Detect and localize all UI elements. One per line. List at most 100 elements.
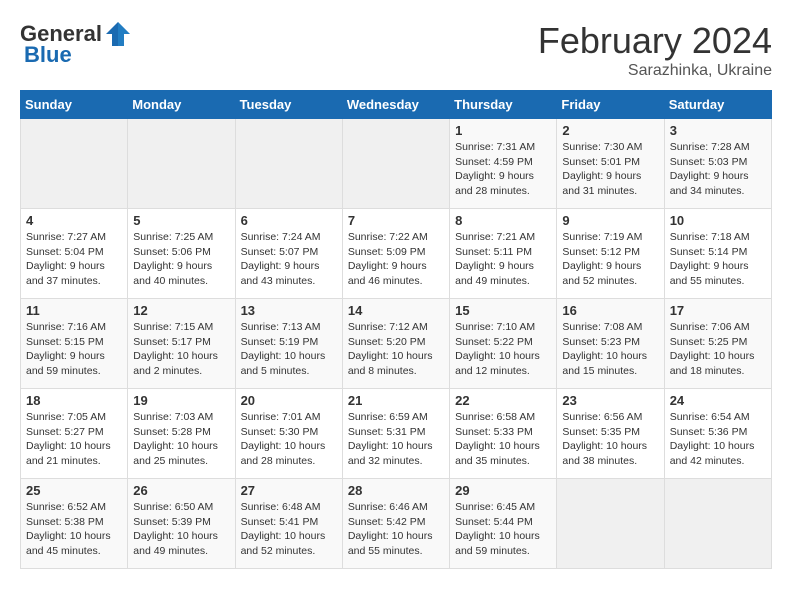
calendar-cell: 13 Sunrise: 7:13 AM Sunset: 5:19 PM Dayli… <box>235 299 342 389</box>
calendar-cell: 3Sunrise: 7:28 AM Sunset: 5:03 PM Daylig… <box>664 119 771 209</box>
col-header-friday: Friday <box>557 91 664 119</box>
day-number: 2 <box>562 123 658 138</box>
day-info: Sunrise: 7:18 AM Sunset: 5:14 PM Dayligh… <box>670 230 766 289</box>
day-info: Sunrise: 6:50 AM Sunset: 5:39 PM Dayligh… <box>133 500 229 559</box>
col-header-tuesday: Tuesday <box>235 91 342 119</box>
calendar-cell: 5 Sunrise: 7:25 AM Sunset: 5:06 PM Daylig… <box>128 209 235 299</box>
calendar-cell: 26 Sunrise: 6:50 AM Sunset: 5:39 PM Dayli… <box>128 479 235 569</box>
day-info: Sunrise: 7:12 AM Sunset: 5:20 PM Dayligh… <box>348 320 444 379</box>
day-number: 5 <box>133 213 229 228</box>
day-info: Sunrise: 7:01 AM Sunset: 5:30 PM Dayligh… <box>241 410 337 469</box>
day-number: 18 <box>26 393 122 408</box>
day-number: 10 <box>670 213 766 228</box>
day-info: Sunrise: 7:10 AM Sunset: 5:22 PM Dayligh… <box>455 320 551 379</box>
calendar-cell: 22 Sunrise: 6:58 AM Sunset: 5:33 PM Dayli… <box>450 389 557 479</box>
day-info: Sunrise: 6:58 AM Sunset: 5:33 PM Dayligh… <box>455 410 551 469</box>
day-info: Sunrise: 6:46 AM Sunset: 5:42 PM Dayligh… <box>348 500 444 559</box>
day-number: 13 <box>241 303 337 318</box>
calendar-cell: 16 Sunrise: 7:08 AM Sunset: 5:23 PM Dayli… <box>557 299 664 389</box>
day-info: Sunrise: 7:27 AM Sunset: 5:04 PM Dayligh… <box>26 230 122 289</box>
day-info: Sunrise: 7:05 AM Sunset: 5:27 PM Dayligh… <box>26 410 122 469</box>
calendar-cell: 10 Sunrise: 7:18 AM Sunset: 5:14 PM Dayli… <box>664 209 771 299</box>
day-number: 1 <box>455 123 551 138</box>
day-number: 23 <box>562 393 658 408</box>
day-info: Sunrise: 7:08 AM Sunset: 5:23 PM Dayligh… <box>562 320 658 379</box>
logo: General Blue <box>20 20 134 68</box>
calendar-week-row: 1 Sunrise: 7:31 AM Sunset: 4:59 PM Daylig… <box>21 119 772 209</box>
day-info: Sunrise: 7:13 AM Sunset: 5:19 PM Dayligh… <box>241 320 337 379</box>
title-area: February 2024 Sarazhinka, Ukraine <box>538 20 772 80</box>
calendar-header-row: SundayMondayTuesdayWednesdayThursdayFrid… <box>21 91 772 119</box>
calendar-week-row: 18 Sunrise: 7:05 AM Sunset: 5:27 PM Dayli… <box>21 389 772 479</box>
calendar-cell: 9 Sunrise: 7:19 AM Sunset: 5:12 PM Daylig… <box>557 209 664 299</box>
day-number: 22 <box>455 393 551 408</box>
calendar-cell: 14 Sunrise: 7:12 AM Sunset: 5:20 PM Dayli… <box>342 299 449 389</box>
day-info: Sunrise: 7:15 AM Sunset: 5:17 PM Dayligh… <box>133 320 229 379</box>
day-number: 9 <box>562 213 658 228</box>
calendar-cell: 11 Sunrise: 7:16 AM Sunset: 5:15 PM Dayli… <box>21 299 128 389</box>
day-number: 29 <box>455 483 551 498</box>
day-info: Sunrise: 6:59 AM Sunset: 5:31 PM Dayligh… <box>348 410 444 469</box>
day-info: Sunrise: 7:16 AM Sunset: 5:15 PM Dayligh… <box>26 320 122 379</box>
calendar-cell: 24 Sunrise: 6:54 AM Sunset: 5:36 PM Dayli… <box>664 389 771 479</box>
day-info: Sunrise: 7:25 AM Sunset: 5:06 PM Dayligh… <box>133 230 229 289</box>
day-info: Sunrise: 6:54 AM Sunset: 5:36 PM Dayligh… <box>670 410 766 469</box>
day-number: 17 <box>670 303 766 318</box>
calendar-cell <box>235 119 342 209</box>
calendar-cell: 27 Sunrise: 6:48 AM Sunset: 5:41 PM Dayli… <box>235 479 342 569</box>
day-number: 19 <box>133 393 229 408</box>
calendar-cell: 12 Sunrise: 7:15 AM Sunset: 5:17 PM Dayli… <box>128 299 235 389</box>
day-number: 11 <box>26 303 122 318</box>
calendar-cell: 28 Sunrise: 6:46 AM Sunset: 5:42 PM Dayli… <box>342 479 449 569</box>
day-info: Sunrise: 7:06 AM Sunset: 5:25 PM Dayligh… <box>670 320 766 379</box>
day-info: Sunrise: 7:24 AM Sunset: 5:07 PM Dayligh… <box>241 230 337 289</box>
calendar-cell <box>664 479 771 569</box>
calendar-cell: 23Sunrise: 6:56 AM Sunset: 5:35 PM Dayli… <box>557 389 664 479</box>
calendar-cell: 4 Sunrise: 7:27 AM Sunset: 5:04 PM Daylig… <box>21 209 128 299</box>
day-number: 25 <box>26 483 122 498</box>
logo-blue: Blue <box>24 42 72 68</box>
calendar-cell: 25 Sunrise: 6:52 AM Sunset: 5:38 PM Dayli… <box>21 479 128 569</box>
calendar-cell: 6 Sunrise: 7:24 AM Sunset: 5:07 PM Daylig… <box>235 209 342 299</box>
day-number: 7 <box>348 213 444 228</box>
logo-icon <box>104 20 132 48</box>
calendar: SundayMondayTuesdayWednesdayThursdayFrid… <box>20 90 772 569</box>
month-year: February 2024 <box>538 20 772 62</box>
day-number: 24 <box>670 393 766 408</box>
day-number: 14 <box>348 303 444 318</box>
day-info: Sunrise: 6:48 AM Sunset: 5:41 PM Dayligh… <box>241 500 337 559</box>
calendar-week-row: 25 Sunrise: 6:52 AM Sunset: 5:38 PM Dayli… <box>21 479 772 569</box>
day-info: Sunrise: 7:22 AM Sunset: 5:09 PM Dayligh… <box>348 230 444 289</box>
day-info: Sunrise: 7:19 AM Sunset: 5:12 PM Dayligh… <box>562 230 658 289</box>
day-number: 8 <box>455 213 551 228</box>
day-number: 26 <box>133 483 229 498</box>
day-number: 12 <box>133 303 229 318</box>
location: Sarazhinka, Ukraine <box>538 62 772 80</box>
calendar-cell: 18 Sunrise: 7:05 AM Sunset: 5:27 PM Dayli… <box>21 389 128 479</box>
day-info: Sunrise: 7:28 AM Sunset: 5:03 PM Dayligh… <box>670 140 766 199</box>
calendar-cell <box>21 119 128 209</box>
day-number: 20 <box>241 393 337 408</box>
calendar-cell: 15Sunrise: 7:10 AM Sunset: 5:22 PM Dayli… <box>450 299 557 389</box>
day-info: Sunrise: 6:52 AM Sunset: 5:38 PM Dayligh… <box>26 500 122 559</box>
col-header-sunday: Sunday <box>21 91 128 119</box>
col-header-saturday: Saturday <box>664 91 771 119</box>
day-info: Sunrise: 7:31 AM Sunset: 4:59 PM Dayligh… <box>455 140 551 199</box>
calendar-cell: 29 Sunrise: 6:45 AM Sunset: 5:44 PM Dayli… <box>450 479 557 569</box>
calendar-cell: 17 Sunrise: 7:06 AM Sunset: 5:25 PM Dayli… <box>664 299 771 389</box>
col-header-monday: Monday <box>128 91 235 119</box>
day-info: Sunrise: 7:03 AM Sunset: 5:28 PM Dayligh… <box>133 410 229 469</box>
day-number: 28 <box>348 483 444 498</box>
calendar-cell: 20 Sunrise: 7:01 AM Sunset: 5:30 PM Dayli… <box>235 389 342 479</box>
day-info: Sunrise: 7:30 AM Sunset: 5:01 PM Dayligh… <box>562 140 658 199</box>
day-number: 21 <box>348 393 444 408</box>
calendar-cell <box>342 119 449 209</box>
calendar-cell <box>128 119 235 209</box>
calendar-cell: 1 Sunrise: 7:31 AM Sunset: 4:59 PM Daylig… <box>450 119 557 209</box>
day-info: Sunrise: 6:45 AM Sunset: 5:44 PM Dayligh… <box>455 500 551 559</box>
day-number: 4 <box>26 213 122 228</box>
day-number: 16 <box>562 303 658 318</box>
day-number: 6 <box>241 213 337 228</box>
col-header-wednesday: Wednesday <box>342 91 449 119</box>
day-number: 27 <box>241 483 337 498</box>
